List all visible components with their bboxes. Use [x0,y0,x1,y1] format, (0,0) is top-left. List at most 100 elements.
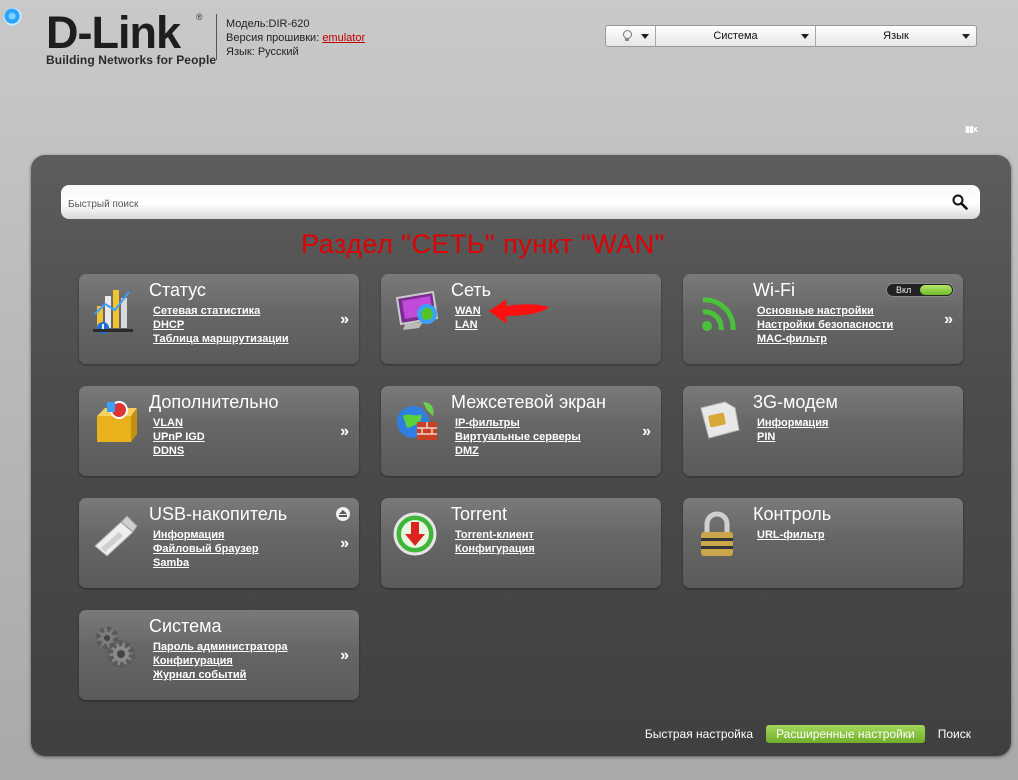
model-value: DIR-620 [268,18,310,30]
dlink-logo: D-Link ® Building Networks for People [46,7,217,68]
expand-arrow[interactable]: » [642,423,651,441]
system-menu-dropdown[interactable]: Система [656,26,816,46]
link-lan[interactable]: LAN [455,318,481,332]
link-pin[interactable]: PIN [757,430,828,444]
link-configuration[interactable]: Конфигурация [153,654,288,668]
tile-links: Информация PIN [757,416,828,444]
expand-arrow[interactable]: » [340,311,349,329]
link-mac-filter[interactable]: MAC-фильтр [757,332,893,346]
tile-links: IP-фильтры Виртуальные серверы DMZ [455,416,581,458]
language-menu-dropdown[interactable]: Язык [816,26,976,46]
tile-links: Информация Файловый браузер Samba [153,528,259,570]
tile-title: Wi-Fi [753,280,795,300]
device-info: Модель:DIR-620 Версия прошивки: emulator… [226,17,365,59]
registered-mark: ® [196,12,203,22]
help-dropdown[interactable] [606,26,656,46]
eject-icon[interactable] [336,507,350,521]
link-virtual-servers[interactable]: Виртуальные серверы [455,430,581,444]
annotation-caption: Раздел "СЕТЬ" пункт "WAN" [301,229,665,259]
top-menu-bar: Система Язык [605,25,977,47]
logo-tagline: Building Networks for People [46,53,217,67]
tile-usb-storage[interactable]: USB-накопитель Информация Файловый брауз… [79,498,359,588]
tile-advanced[interactable]: Дополнительно VLAN UPnP IGD DDNS » [79,386,359,476]
link-dmz[interactable]: DMZ [455,444,581,458]
link-url-filter[interactable]: URL-фильтр [757,528,825,542]
header-divider [216,14,217,60]
tile-links: Пароль администратора Конфигурация Журна… [153,640,288,682]
link-routing-table[interactable]: Таблица маршрутизации [153,332,289,346]
tile-links: WAN LAN [455,304,481,332]
link-modem-info[interactable]: Информация [757,416,828,430]
quick-search-input[interactable] [61,185,941,219]
tile-status[interactable]: Статус Сетевая статистика DHCP Таблица м… [79,274,359,364]
firmware-line: Версия прошивки: emulator [226,31,365,45]
package-box-icon [91,396,141,450]
link-torrent-client[interactable]: Torrent-клиент [455,528,535,542]
tile-title: Torrent [451,504,508,524]
tile-torrent[interactable]: Torrent Torrent-клиент Конфигурация [381,498,661,588]
link-usb-info[interactable]: Информация [153,528,259,542]
link-ip-filters[interactable]: IP-фильтры [455,416,581,430]
logo-wordmark: D-Link [46,7,181,58]
wifi-icon [695,284,745,338]
main-panel: Раздел "СЕТЬ" пункт "WAN" Статус Сетевая… [31,155,1011,756]
link-security-settings[interactable]: Настройки безопасности [757,318,893,332]
wifi-enable-toggle[interactable]: Вкл [886,283,954,297]
magnifier-icon[interactable] [952,194,968,210]
tile-control[interactable]: Контроль URL-фильтр [683,498,963,588]
expand-arrow[interactable]: » [340,423,349,441]
chevron-down-icon [801,34,809,39]
link-torrent-config[interactable]: Конфигурация [455,542,535,556]
firmware-value-link[interactable]: emulator [322,32,365,44]
language-line: Язык: Русский [226,45,365,59]
expand-arrow[interactable]: » [944,311,953,329]
tile-title: Система [149,616,222,636]
link-upnp-igd[interactable]: UPnP IGD [153,430,205,444]
tile-title: Контроль [753,504,832,524]
tile-system[interactable]: Система Пароль администратора Конфигурац… [79,610,359,700]
language-menu-label: Язык [883,30,909,42]
status-chart-icon [91,284,141,338]
link-event-log[interactable]: Журнал событий [153,668,288,682]
quick-setup-link[interactable]: Быстрая настройка [645,727,753,741]
footer-nav: Быстрая настройка Расширенные настройки … [645,725,971,743]
red-arrow-annotation [489,299,549,324]
expand-arrow[interactable]: » [340,647,349,665]
browser-extension-icon[interactable] [4,8,22,26]
link-vlan[interactable]: VLAN [153,416,205,430]
link-admin-password[interactable]: Пароль администратора [153,640,288,654]
link-file-browser[interactable]: Файловый браузер [153,542,259,556]
tile-links: URL-фильтр [757,528,825,542]
toggle-label: Вкл [896,285,912,295]
tile-links: VLAN UPnP IGD DDNS [153,416,205,458]
layout-toggle-icon[interactable]: ▮▮x [965,124,978,135]
link-network-statistics[interactable]: Сетевая статистика [153,304,289,318]
chevron-down-icon [962,34,970,39]
sim-card-icon [695,396,745,450]
tile-title: Дополнительно [149,392,279,412]
lightbulb-icon [622,30,632,42]
tile-title: Статус [149,280,206,300]
gears-icon [91,620,141,674]
link-dhcp[interactable]: DHCP [153,318,289,332]
advanced-settings-button[interactable]: Расширенные настройки [766,725,925,743]
tile-wifi[interactable]: Wi-Fi Вкл Основные настройки Настройки б… [683,274,963,364]
tile-3g-modem[interactable]: 3G-модем Информация PIN [683,386,963,476]
tile-title: 3G-модем [753,392,838,412]
tile-links: Основные настройки Настройки безопасност… [757,304,893,346]
tile-firewall[interactable]: Межсетевой экран IP-фильтры Виртуальные … [381,386,661,476]
link-basic-settings[interactable]: Основные настройки [757,304,893,318]
tile-network[interactable]: Сеть WAN LAN [381,274,661,364]
language-label: Язык: [226,46,255,58]
footer-search-link[interactable]: Поиск [938,727,971,741]
firewall-globe-icon [393,396,443,450]
link-ddns[interactable]: DDNS [153,444,205,458]
link-wan[interactable]: WAN [455,304,481,318]
link-samba[interactable]: Samba [153,556,259,570]
padlock-icon [695,508,745,562]
model-line: Модель:DIR-620 [226,17,365,31]
tile-links: Torrent-клиент Конфигурация [455,528,535,556]
quick-search-bar [61,185,980,219]
tile-title: USB-накопитель [149,504,288,524]
expand-arrow[interactable]: » [340,535,349,553]
